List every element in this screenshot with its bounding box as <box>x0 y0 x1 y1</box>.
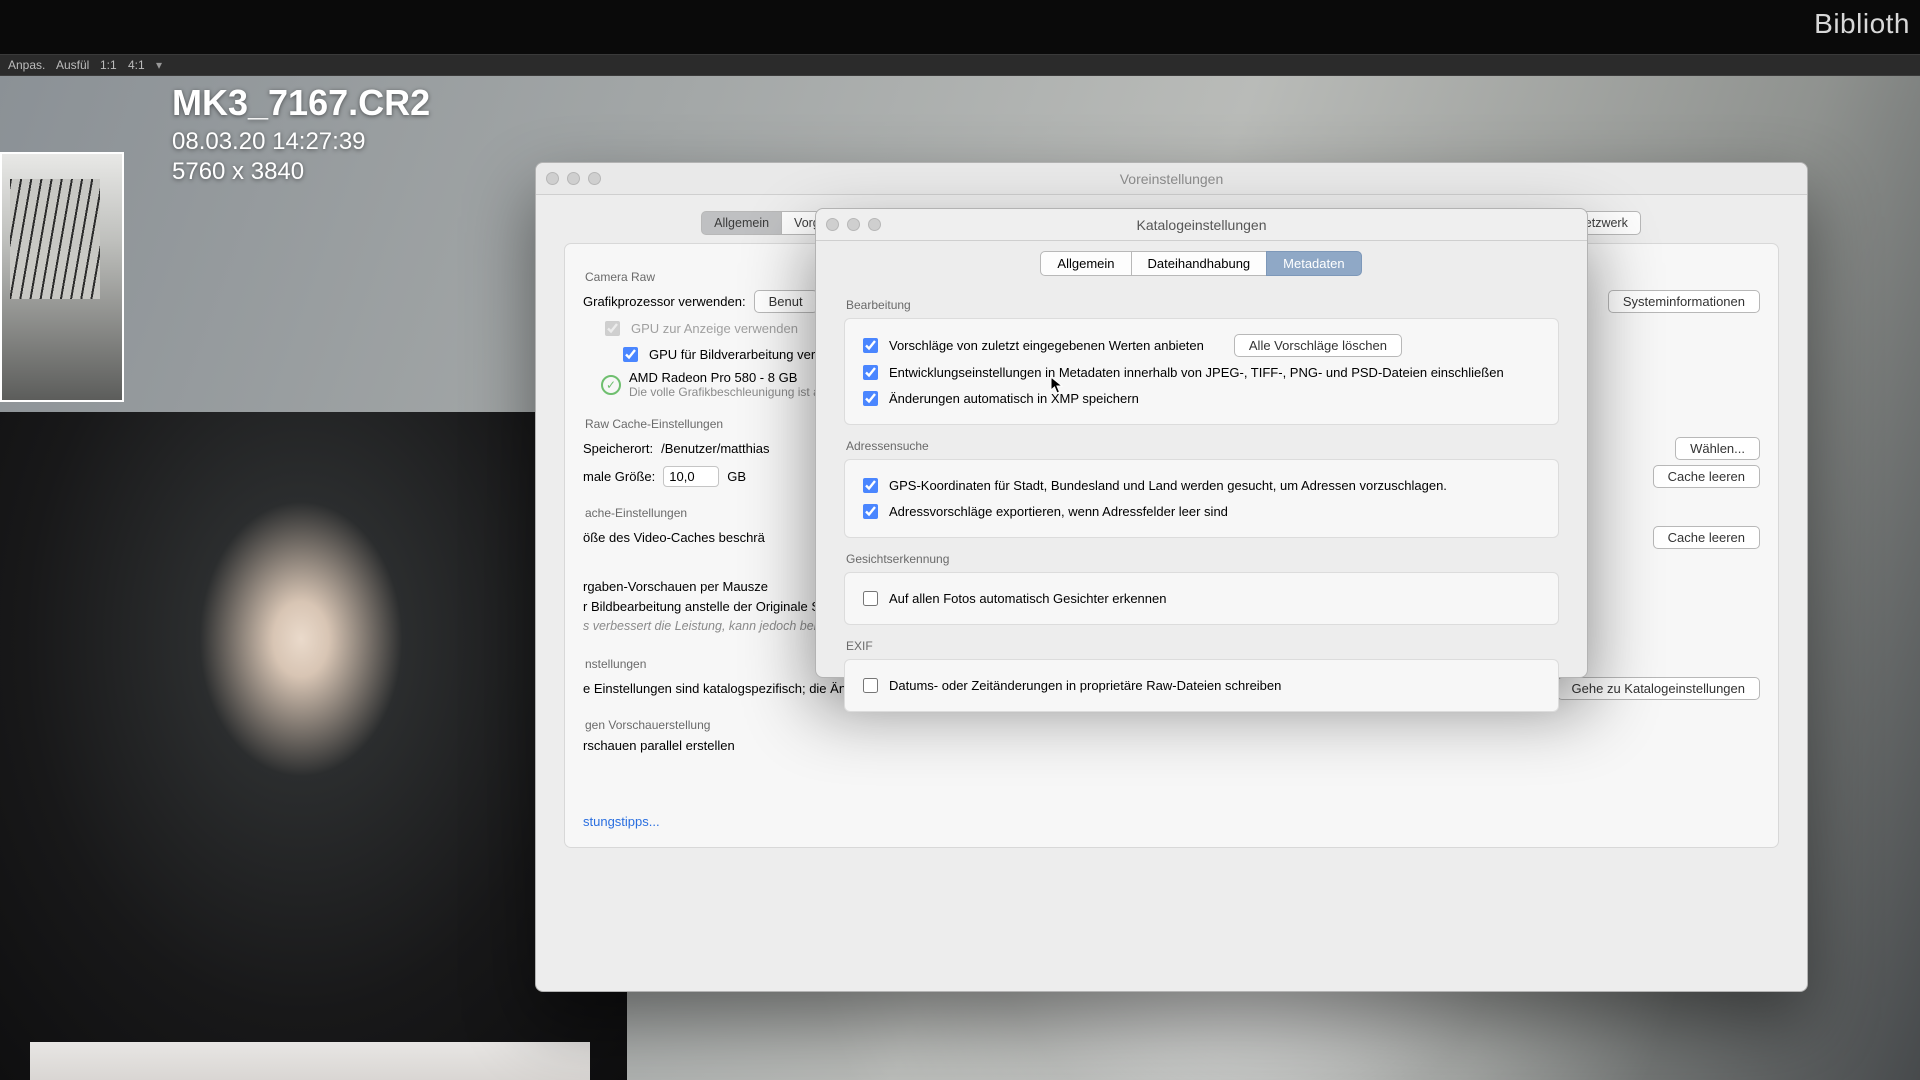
file-dimensions: 5760 x 3840 <box>172 158 430 186</box>
gps-lookup-label: GPS-Koordinaten für Stadt, Bundesland un… <box>889 478 1447 493</box>
write-raw-date-label: Datums- oder Zeitänderungen in proprietä… <box>889 678 1281 693</box>
cache-loc-value: /Benutzer/matthias <box>661 441 769 456</box>
file-date: 08.03.20 14:27:39 <box>172 128 430 156</box>
choose-button[interactable]: Wählen... <box>1675 437 1760 460</box>
smart-line1: rgaben-Vorschauen per Mausze <box>583 579 768 594</box>
close-icon[interactable] <box>546 172 559 185</box>
edit-heading: Bearbeitung <box>846 298 1559 312</box>
video-cache-limit-label: öße des Video-Caches beschrä <box>583 530 765 545</box>
write-raw-date-checkbox[interactable] <box>863 678 878 693</box>
catalog-settings-window: Katalogeinstellungen Allgemein Dateihand… <box>815 208 1588 678</box>
zoom-ruler: Anpas. Ausfül 1:1 4:1 ▾ <box>0 54 1920 76</box>
cache-size-unit: GB <box>727 469 746 484</box>
gpu-display-checkbox <box>605 321 620 336</box>
exif-heading: EXIF <box>846 639 1559 653</box>
tab-cs-datei[interactable]: Dateihandhabung <box>1131 251 1268 276</box>
edit-group: Vorschläge von zuletzt eingegebenen Wert… <box>844 318 1559 425</box>
gpu-process-label: GPU für Bildverarbeitung verwe <box>649 347 832 362</box>
navigator-thumbnail[interactable] <box>0 152 124 402</box>
gpu-display-label: GPU zur Anzeige verwenden <box>631 321 798 336</box>
zoom-4-1[interactable]: 4:1 <box>128 58 145 72</box>
gpu-use-label: Grafikprozessor verwenden: <box>583 294 746 309</box>
zoom-dropdown-icon[interactable]: ▾ <box>156 58 162 72</box>
export-address-checkbox[interactable] <box>863 504 878 519</box>
gpu-select[interactable]: Benut <box>754 290 818 313</box>
minimize-icon[interactable] <box>567 172 580 185</box>
presenter-webcam <box>0 412 627 1080</box>
export-address-label: Adressvorschläge exportieren, wenn Adres… <box>889 504 1228 519</box>
clear-suggestions-button[interactable]: Alle Vorschläge löschen <box>1234 334 1402 357</box>
file-name: MK3_7167.CR2 <box>172 82 430 124</box>
face-heading: Gesichtserkennung <box>846 552 1559 566</box>
gpu-name: AMD Radeon Pro 580 - 8 GB <box>629 370 829 385</box>
preview-text: rschauen parallel erstellen <box>583 738 735 753</box>
suggest-values-checkbox[interactable] <box>863 338 878 353</box>
preferences-titlebar[interactable]: Voreinstellungen <box>536 163 1807 195</box>
address-group: GPS-Koordinaten für Stadt, Bundesland un… <box>844 459 1559 538</box>
tab-cs-metadaten[interactable]: Metadaten <box>1266 251 1361 276</box>
minimize-icon[interactable] <box>847 218 860 231</box>
module-label[interactable]: Biblioth <box>1814 8 1910 40</box>
window-controls[interactable] <box>826 218 881 231</box>
suggest-values-label: Vorschläge von zuletzt eingegebenen Wert… <box>889 338 1204 353</box>
auto-xmp-label: Änderungen automatisch in XMP speichern <box>889 391 1139 406</box>
face-group: Auf allen Fotos automatisch Gesichter er… <box>844 572 1559 625</box>
address-heading: Adressensuche <box>846 439 1559 453</box>
preferences-title: Voreinstellungen <box>1120 171 1224 187</box>
zoom-1-1[interactable]: 1:1 <box>100 58 117 72</box>
file-info-overlay: MK3_7167.CR2 08.03.20 14:27:39 5760 x 38… <box>172 76 430 186</box>
clear-video-cache-button[interactable]: Cache leeren <box>1653 526 1760 549</box>
gpu-ok-icon: ✓ <box>601 375 621 395</box>
catalog-settings-titlebar[interactable]: Katalogeinstellungen <box>816 209 1587 241</box>
performance-tips-link[interactable]: stungstipps... <box>583 814 660 829</box>
zoom-icon[interactable] <box>868 218 881 231</box>
face-detect-checkbox[interactable] <box>863 591 878 606</box>
cache-loc-label: Speicherort: <box>583 441 653 456</box>
zoom-fit[interactable]: Anpas. <box>8 58 45 72</box>
gpu-status: Die volle Grafikbeschleunigung ist akt <box>629 385 829 399</box>
gpu-process-checkbox[interactable] <box>623 347 638 362</box>
tab-allgemein[interactable]: Allgemein <box>701 211 782 235</box>
clear-raw-cache-button[interactable]: Cache leeren <box>1653 465 1760 488</box>
zoom-fill[interactable]: Ausfül <box>56 58 89 72</box>
catalog-settings-tabstrip: Allgemein Dateihandhabung Metadaten <box>816 251 1587 276</box>
window-controls[interactable] <box>546 172 601 185</box>
app-top-bar: Biblioth <box>0 0 1920 54</box>
auto-xmp-checkbox[interactable] <box>863 391 878 406</box>
cache-size-input[interactable] <box>663 466 719 487</box>
tab-cs-allgemein[interactable]: Allgemein <box>1040 251 1131 276</box>
face-detect-label: Auf allen Fotos automatisch Gesichter er… <box>889 591 1166 606</box>
embed-develop-checkbox[interactable] <box>863 365 878 380</box>
close-icon[interactable] <box>826 218 839 231</box>
exif-group: Datums- oder Zeitänderungen in proprietä… <box>844 659 1559 712</box>
cache-size-label: male Größe: <box>583 469 655 484</box>
gps-lookup-checkbox[interactable] <box>863 478 878 493</box>
goto-catalog-settings-button[interactable]: Gehe zu Katalogeinstellungen <box>1557 677 1760 700</box>
embed-develop-label: Entwicklungseinstellungen in Metadaten i… <box>889 365 1504 380</box>
sysinfo-button[interactable]: Systeminformationen <box>1608 290 1760 313</box>
zoom-icon[interactable] <box>588 172 601 185</box>
catalog-settings-title: Katalogeinstellungen <box>1137 217 1267 233</box>
